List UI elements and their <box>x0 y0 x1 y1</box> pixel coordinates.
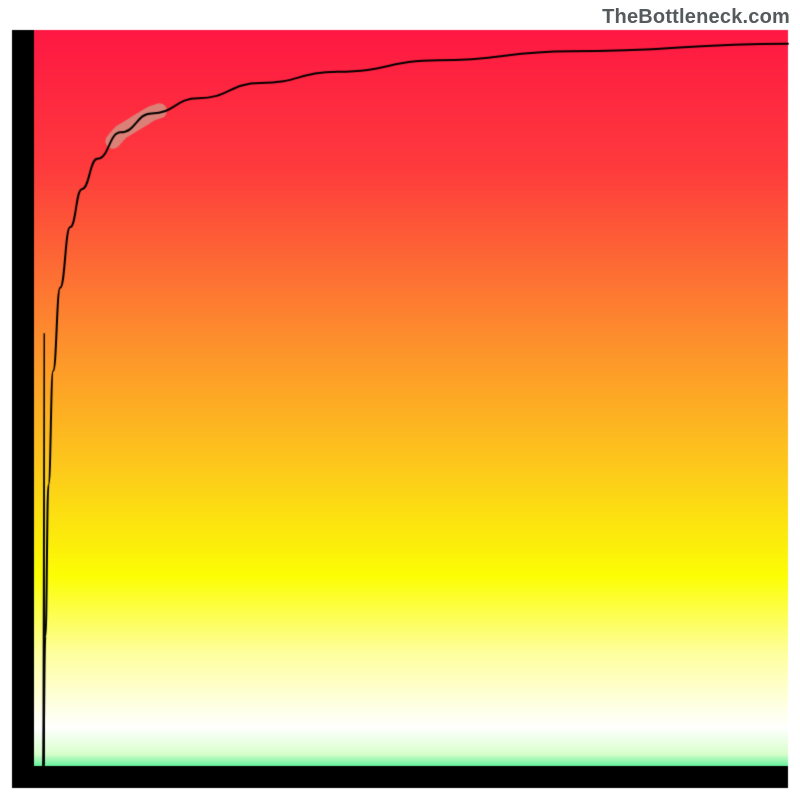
chart-container: TheBottleneck.com <box>0 0 800 800</box>
site-watermark: TheBottleneck.com <box>602 6 790 29</box>
bottleneck-curve-chart <box>0 0 800 800</box>
